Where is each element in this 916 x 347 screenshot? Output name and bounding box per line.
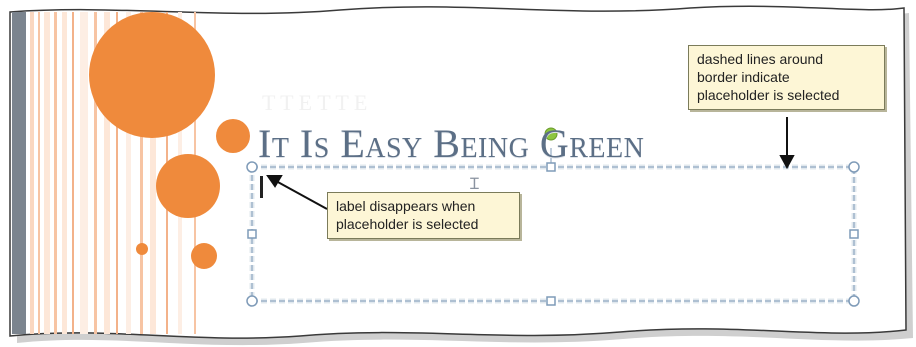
text-cursor xyxy=(260,176,263,198)
left-edge-bar xyxy=(12,12,26,334)
callout-line: border indicate xyxy=(697,69,790,85)
callout-selected: dashed lines around border indicate plac… xyxy=(688,45,885,110)
slide-canvas: T T E T T E It Is Easy Being Green Ɪ das… xyxy=(0,0,916,347)
callout-line: dashed lines around xyxy=(697,51,824,67)
callout-label: label disappears when placeholder is sel… xyxy=(327,192,520,239)
svg-text:T T E T T E: T T E T T E xyxy=(262,90,367,115)
callout-line: placeholder is selected xyxy=(697,87,840,103)
callout-line: label disappears when xyxy=(336,198,476,214)
ibeam-icon: Ɪ xyxy=(470,174,479,193)
slide-title[interactable]: It Is Easy Being Green xyxy=(258,120,644,167)
callout-line: placeholder is selected xyxy=(336,216,479,232)
